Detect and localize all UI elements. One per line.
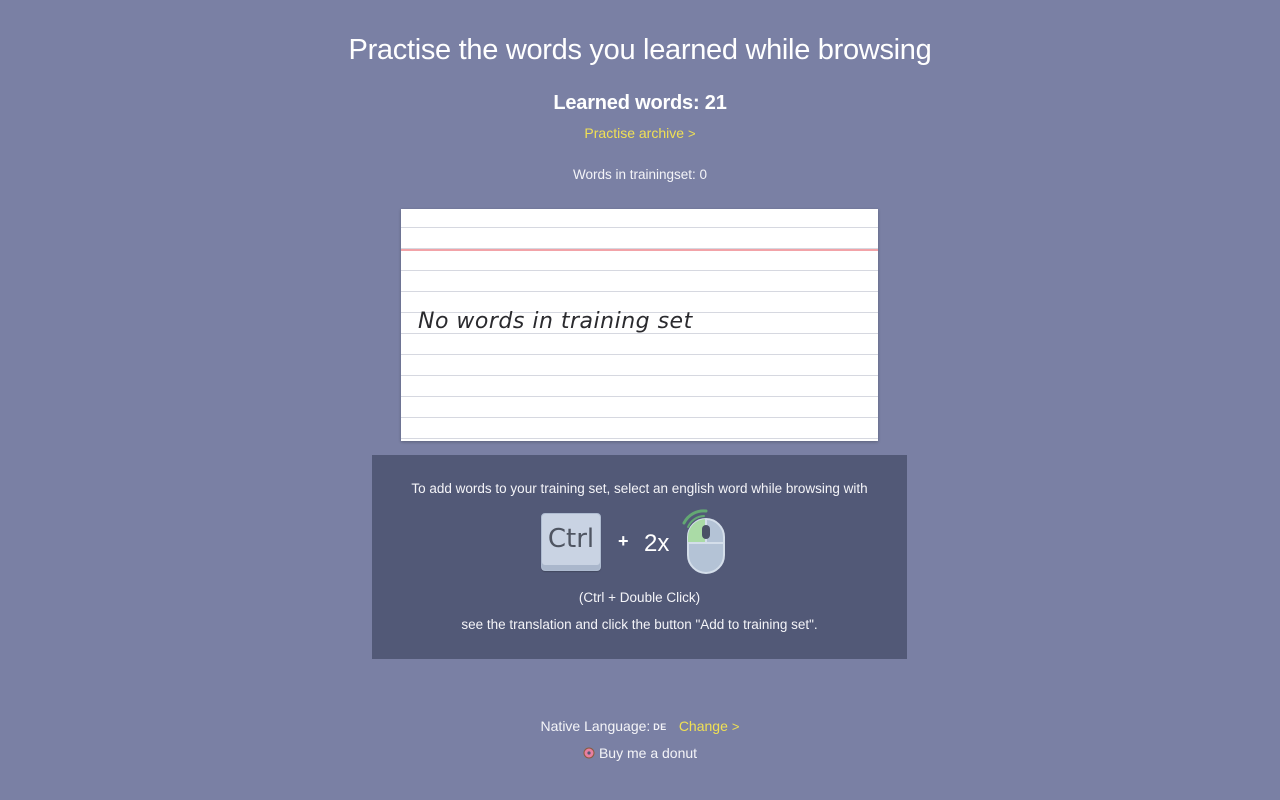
- buy-donut-label: Buy me a donut: [598, 745, 698, 761]
- native-language-label: Native Language:: [540, 718, 651, 734]
- ctrl-key-icon: Ctrl: [541, 513, 601, 571]
- mouse-double-click-icon: [682, 509, 725, 574]
- native-language-code: DE: [653, 722, 667, 732]
- native-language-row: Native Language: DE Change >: [0, 718, 1280, 734]
- change-language-label: Change: [678, 718, 728, 734]
- buy-donut-link[interactable]: Buy me a donut: [0, 745, 1280, 761]
- double-click-count: 2x: [644, 530, 670, 557]
- change-language-link[interactable]: Change >: [679, 718, 740, 734]
- practise-archive-label: Practise archive: [584, 125, 684, 141]
- shortcut-description: (Ctrl + Double Click): [578, 590, 701, 605]
- flashcard: No words in training set: [401, 209, 878, 441]
- ctrl-key-label: Ctrl: [547, 524, 595, 554]
- instructions-line: To add words to your training set, selec…: [411, 481, 868, 496]
- learned-words-count: Learned words: 21: [553, 92, 727, 114]
- chevron-right-icon: >: [688, 126, 696, 141]
- trainingset-count: Words in trainingset: 0: [572, 167, 708, 182]
- chevron-right-icon: >: [731, 719, 740, 734]
- flashcard-text: No words in training set: [418, 309, 693, 334]
- practise-archive-link[interactable]: Practise archive >: [0, 125, 1280, 141]
- donut-icon: [583, 747, 595, 759]
- instructions-panel: To add words to your training set, selec…: [372, 455, 907, 659]
- page-title: Practise the words you learned while bro…: [348, 34, 932, 66]
- instructions-line-add: see the translation and click the button…: [461, 617, 818, 632]
- plus-sign: +: [618, 531, 629, 551]
- shortcut-illustration: Ctrl + 2x: [372, 509, 907, 575]
